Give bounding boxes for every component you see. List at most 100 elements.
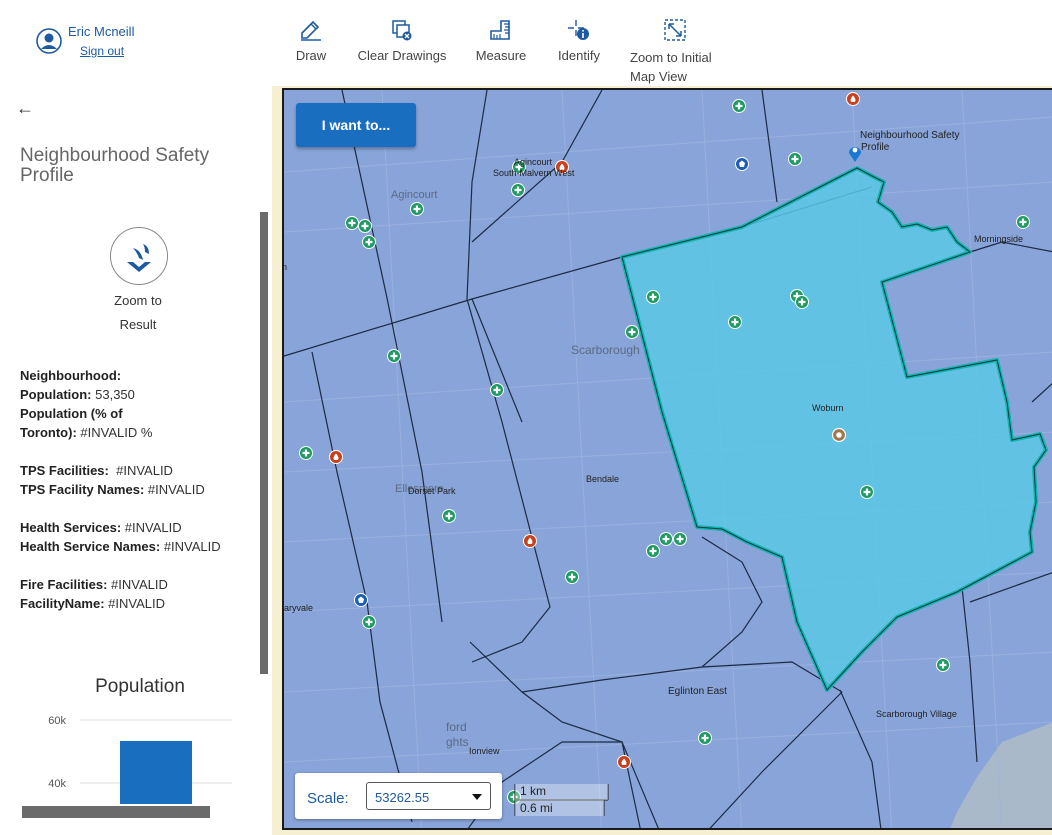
health-service-icon[interactable]	[646, 290, 660, 304]
attr-value: #INVALID	[163, 539, 221, 554]
health-service-icon[interactable]	[732, 99, 746, 113]
attr-health: Health Services: #INVALID	[20, 518, 250, 537]
map-label-eglinton-east: Eglinton East	[668, 686, 727, 697]
health-service-icon[interactable]	[788, 152, 802, 166]
health-service-icon[interactable]	[673, 532, 687, 546]
health-service-icon[interactable]	[387, 349, 401, 363]
attr-label: Toronto):	[20, 425, 77, 440]
chart-y-tick: 60k	[48, 715, 66, 727]
clear-drawings-button[interactable]: Clear Drawings	[356, 18, 448, 63]
identify-button[interactable]: Identify	[554, 18, 604, 63]
health-service-icon[interactable]	[511, 183, 525, 197]
back-arrow-icon[interactable]: ←	[16, 98, 34, 119]
sign-out-link[interactable]: Sign out	[80, 44, 124, 58]
attr-label: FacilityName:	[20, 596, 105, 611]
map-label-heights-2: ghts	[446, 735, 469, 749]
location-pin-icon[interactable]	[849, 147, 861, 162]
chevron-down-icon	[472, 794, 482, 800]
scale-bar: 1 km 0.6 mi	[514, 782, 610, 818]
map-view[interactable]: I want to... Neighbourhood Safety Profil…	[282, 88, 1052, 830]
health-service-icon[interactable]	[860, 485, 874, 499]
fire-station-icon[interactable]	[329, 450, 343, 464]
draw-button[interactable]: Draw	[292, 18, 330, 63]
health-service-icon[interactable]	[565, 570, 579, 584]
measure-button[interactable]: Measure	[474, 18, 528, 63]
map-label-heights-1: ford	[446, 720, 467, 734]
chart-title: Population	[95, 676, 185, 697]
clear-drawings-label: Clear Drawings	[357, 48, 447, 63]
attr-value: #INVALID	[124, 520, 182, 535]
map-label-scarborough: Scarborough	[571, 343, 640, 357]
i-want-to-button[interactable]: I want to...	[296, 103, 416, 147]
attr-label: Health Services:	[20, 520, 122, 535]
health-service-icon[interactable]	[1016, 215, 1030, 229]
fire-station-icon[interactable]	[523, 534, 537, 548]
health-service-icon[interactable]	[646, 544, 660, 558]
measure-label: Measure	[475, 48, 527, 63]
neighbourhood-centroid-icon[interactable]	[831, 427, 847, 443]
zoom-to-result-label: Zoom to Result	[88, 289, 188, 337]
map-label-maryvale: aryvale	[284, 603, 314, 613]
attr-label: Fire Facilities:	[20, 577, 108, 592]
map-label-agincourt-small: Agincourt	[514, 157, 553, 167]
police-station-icon[interactable]	[354, 593, 368, 607]
health-service-icon[interactable]	[698, 731, 712, 745]
lake-area	[950, 722, 1052, 828]
attr-value: #INVALID	[116, 463, 173, 478]
health-service-icon[interactable]	[936, 658, 950, 672]
attribute-list: Neighbourhood: Population: 53,350 Popula…	[20, 366, 250, 613]
user-avatar-icon[interactable]	[36, 28, 62, 54]
attr-label: Health Service Names:	[20, 539, 161, 554]
map-label-agincourt: Agincourt	[391, 189, 438, 201]
map-label-bendale: Bendale	[586, 474, 620, 484]
chart-horizontal-scrollbar[interactable]	[22, 806, 210, 818]
user-name: Eric Mcneill	[68, 24, 135, 39]
fire-station-icon[interactable]	[617, 755, 631, 769]
attr-tps: TPS Facilities: #INVALID	[20, 461, 250, 480]
top-toolbar: Eric Mcneill Sign out Draw Clear Drawing…	[0, 0, 1052, 86]
health-service-icon[interactable]	[299, 446, 313, 460]
health-service-icon[interactable]	[490, 383, 504, 397]
zoom-label-line-1: Zoom to	[114, 293, 162, 308]
identify-label: Identify	[558, 48, 600, 63]
health-service-icon[interactable]	[442, 509, 456, 523]
fire-station-icon[interactable]	[846, 92, 860, 106]
attr-population: Population: 53,350	[20, 385, 250, 404]
attr-neighbourhood: Neighbourhood:	[20, 366, 250, 385]
identify-icon	[568, 20, 589, 40]
zoom-initial-button[interactable]: Zoom to Initial Map View	[630, 18, 722, 86]
health-service-icon[interactable]	[362, 615, 376, 629]
results-panel: ← Neighbourhood Safety Profile Zoom to R…	[0, 86, 272, 835]
chart-y-tick: 40k	[48, 778, 66, 790]
health-service-icon[interactable]	[345, 216, 359, 230]
health-service-icon[interactable]	[358, 219, 372, 233]
map-label-woburn: Woburn	[812, 403, 844, 413]
measure-icon	[490, 20, 510, 40]
panel-scrollbar[interactable]	[260, 212, 268, 674]
draw-label: Draw	[295, 48, 327, 63]
panel-title: Neighbourhood Safety Profile	[20, 145, 210, 186]
zoom-to-result-button[interactable]	[110, 227, 168, 285]
attr-population-pct: Population (% of	[20, 404, 250, 423]
police-station-icon[interactable]	[735, 157, 749, 171]
attr-fire: Fire Facilities: #INVALID	[20, 575, 250, 594]
attr-population-pct-2: Toronto): #INVALID %	[20, 423, 250, 442]
health-service-icon[interactable]	[659, 532, 673, 546]
health-service-icon[interactable]	[795, 295, 809, 309]
attr-health-names: Health Service Names: #INVALID	[20, 537, 250, 556]
attr-value: #INVALID	[147, 482, 205, 497]
scale-select[interactable]: 53262.55	[366, 782, 491, 810]
attr-label: TPS Facility Names:	[20, 482, 145, 497]
zoom-extent-icon	[664, 19, 686, 41]
health-service-icon[interactable]	[362, 235, 376, 249]
selected-neighbourhood[interactable]	[620, 166, 1048, 692]
chart-bar[interactable]	[120, 740, 192, 804]
scale-control: Scale: 53262.55	[295, 773, 502, 819]
map-label-scarborough-village: Scarborough Village	[876, 709, 957, 719]
draw-icon	[301, 20, 321, 41]
health-service-icon[interactable]	[728, 315, 742, 329]
attr-facility-name: FacilityName: #INVALID	[20, 594, 250, 613]
map-label-left-edge: n	[282, 262, 288, 272]
health-service-icon[interactable]	[625, 325, 639, 339]
health-service-icon[interactable]	[410, 202, 424, 216]
